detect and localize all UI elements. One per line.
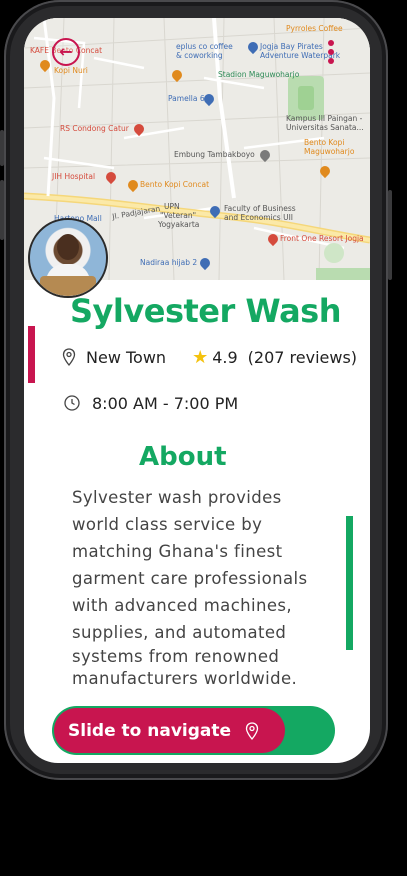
hours-text: 8:00 AM - 7:00 PM (92, 393, 239, 413)
slide-to-navigate[interactable]: Slide to navigate (52, 706, 335, 755)
map-pin-icon (62, 348, 76, 366)
clock-icon (64, 395, 80, 411)
map-poi-label: Stadion Maguwoharjo (218, 70, 300, 79)
business-name: Sylvester Wash (70, 292, 341, 330)
location-rating-row: New Town ★ 4.9 (207 reviews) (62, 345, 357, 369)
volume-button (0, 180, 4, 240)
about-line: supplies, and automated (72, 623, 287, 642)
volume-button (0, 130, 4, 166)
map-poi-label: Kopi Nuri (54, 66, 88, 75)
about-line: with advanced machines, (72, 596, 293, 615)
accent-bar (346, 516, 353, 650)
map-poi-label: JIH Hospital (52, 172, 96, 181)
map-poi-label: Kampus III Paingan - (286, 114, 363, 123)
map-poi-label: Bento Kopi Concat (140, 180, 210, 189)
map-poi-label: Jogja Bay Pirates (260, 42, 323, 51)
map-poi-label: eplus co coffee (176, 42, 233, 51)
menu-button[interactable] (326, 40, 336, 68)
about-line: Sylvester wash provides (72, 488, 282, 507)
map-poi-label: RS Condong Catur (60, 124, 129, 133)
map-poi-label: "Veteran" (160, 211, 197, 220)
map-poi-label: & coworking (176, 51, 223, 60)
about-line: matching Ghana's finest (72, 542, 283, 561)
rating-value: 4.9 (212, 347, 238, 367)
review-count[interactable]: (207 reviews) (248, 348, 357, 367)
slider-knob[interactable]: Slide to navigate (54, 708, 285, 753)
map-poi-label: Nadiraa hijab 2 (140, 258, 198, 267)
about-line: manufacturers worldwide. (72, 669, 298, 688)
map-poi-label: Maguwoharjo (304, 147, 355, 156)
about-description: Sylvester wash provides world class serv… (72, 484, 334, 690)
slider-label: Slide to navigate (68, 720, 232, 741)
about-line: world class service by (72, 515, 263, 534)
map-poi-label: Embung Tambakboyo (174, 150, 255, 159)
back-button[interactable]: ← (52, 38, 80, 66)
about-line: systems from renowned (72, 647, 280, 666)
map-pin-icon (245, 721, 259, 740)
location-text: New Town (86, 347, 167, 367)
power-button (388, 190, 392, 280)
star-icon: ★ (192, 346, 209, 368)
map-poi-label: Pamella 6 (168, 94, 205, 103)
avatar (28, 218, 108, 298)
map-poi-label: and Economics UII (224, 213, 294, 222)
vertical-dots-icon (328, 40, 334, 46)
map-poi-label: Bento Kopi (304, 138, 345, 147)
app-screen: Pyrroles Coffee KAFE Bento Concat eplus … (24, 18, 370, 763)
map-poi-label: Faculty of Business (224, 204, 296, 213)
about-heading: About (139, 442, 227, 472)
accent-bar (28, 326, 35, 383)
map-poi-label: Front One Resort Jogja (280, 234, 364, 243)
map-poi-label: Universitas Sanata... (286, 123, 364, 132)
hours-row: 8:00 AM - 7:00 PM (64, 391, 238, 415)
map-poi-label: Yogyakarta (158, 220, 200, 229)
back-arrow-icon: ← (59, 42, 73, 61)
map-poi-label: Pyrroles Coffee (286, 24, 343, 33)
about-line: garment care professionals (72, 569, 308, 588)
map-poi-label: UPN (164, 202, 180, 211)
